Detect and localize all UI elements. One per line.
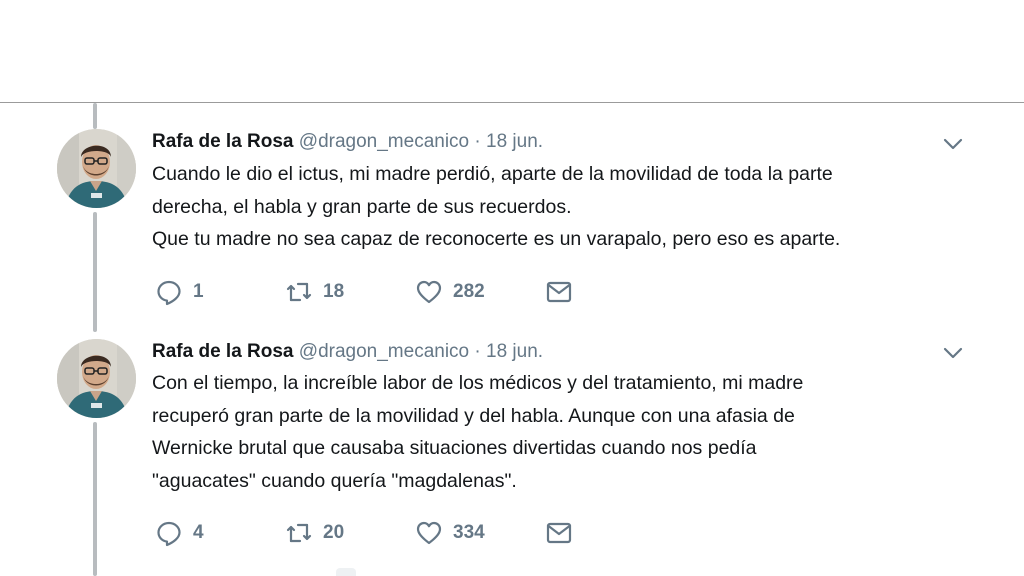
author-handle[interactable]: @dragon_mecanico [299,341,469,362]
separator: · [474,341,481,362]
tweet-text: Con el tiempo, la increíble labor de los… [152,372,804,492]
thread-connector-line [93,422,97,576]
like-count: 282 [453,281,485,302]
retweet-count: 18 [323,281,345,302]
reply-icon [155,278,183,306]
envelope-icon [545,519,573,547]
chevron-down-icon[interactable] [940,343,966,363]
tweet-text: Cuando le dio el ictus, mi madre perdió,… [152,163,841,250]
thread-connector-line [93,103,97,129]
tweet-header: Rafa de la Rosa @dragon_mecanico · 18 ju… [152,340,543,364]
avatar[interactable] [57,129,136,208]
message-button[interactable] [545,277,573,307]
reply-count: 1 [193,281,204,302]
thread-connector-line [93,212,97,332]
retweet-icon [285,278,313,306]
timestamp[interactable]: 18 jun. [486,341,543,362]
retweet-count: 20 [323,522,345,543]
like-count: 334 [453,522,485,543]
timestamp[interactable]: 18 jun. [486,131,543,152]
avatar[interactable] [57,339,136,418]
next-tweet-hint [336,568,356,576]
author-name[interactable]: Rafa de la Rosa [152,341,294,362]
author-name[interactable]: Rafa de la Rosa [152,131,294,152]
chevron-down-icon[interactable] [940,134,966,154]
top-divider [0,102,1024,103]
heart-icon [415,278,443,306]
retweet-icon [285,519,313,547]
heart-icon [415,519,443,547]
separator: · [474,131,481,152]
message-button[interactable] [545,518,573,548]
reply-button[interactable]: 4 [155,518,204,548]
envelope-icon [545,278,573,306]
like-button[interactable]: 282 [415,277,485,307]
like-button[interactable]: 334 [415,518,485,548]
reply-count: 4 [193,522,204,543]
retweet-button[interactable]: 18 [285,277,344,307]
reply-icon [155,519,183,547]
tweet-header: Rafa de la Rosa @dragon_mecanico · 18 ju… [152,130,543,154]
author-handle[interactable]: @dragon_mecanico [299,131,469,152]
reply-button[interactable]: 1 [155,277,204,307]
retweet-button[interactable]: 20 [285,518,344,548]
